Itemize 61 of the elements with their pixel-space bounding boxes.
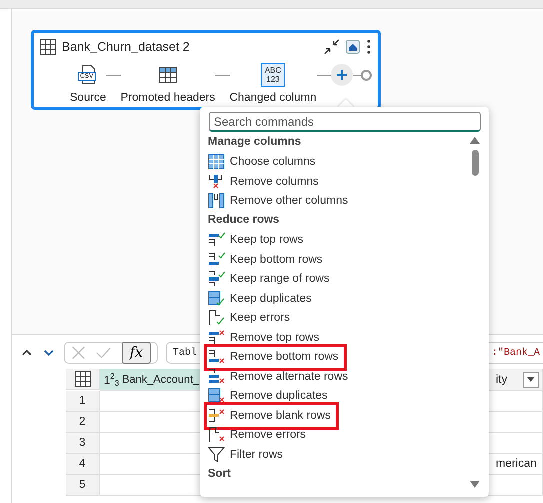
menu-item[interactable]: Remove blank rows xyxy=(208,406,335,426)
check-icon[interactable] xyxy=(96,345,112,361)
more-icon[interactable] xyxy=(366,39,372,55)
menu-item[interactable]: Remove bottom rows xyxy=(208,348,343,367)
columns-icon xyxy=(208,193,225,210)
rows-check-icon xyxy=(208,252,225,268)
abc-123-icon[interactable]: ABC 123 xyxy=(261,63,286,87)
add-step-button[interactable] xyxy=(331,64,353,86)
rows-cross-icon xyxy=(208,330,225,346)
scroll-down-icon[interactable] xyxy=(470,481,480,488)
column-name: Bank_Account_ xyxy=(122,374,200,386)
row-number: 4 xyxy=(66,454,100,475)
scroll-up-icon[interactable] xyxy=(470,137,480,144)
caret-icon[interactable] xyxy=(527,377,535,382)
step-label: Promoted headers xyxy=(120,92,216,104)
fx-button[interactable]: fx xyxy=(122,342,151,364)
flag-check-icon xyxy=(208,310,225,326)
row-number: 3 xyxy=(66,433,100,454)
menu-item[interactable]: Filter rows xyxy=(208,445,288,464)
column-cross-icon xyxy=(208,174,225,190)
rows-check-icon xyxy=(208,271,225,288)
step-label: Source xyxy=(70,92,106,104)
table-icon xyxy=(40,39,56,55)
menu-item[interactable]: Choose columns xyxy=(208,152,320,172)
menu-item[interactable]: Keep range of rows xyxy=(208,270,334,289)
menu-item[interactable]: Keep errors xyxy=(208,308,294,328)
rows-cross-icon xyxy=(208,349,225,366)
rows-cross-icon xyxy=(208,368,225,385)
section-heading: Reduce rows xyxy=(208,213,281,228)
menu-item[interactable]: Remove top rows xyxy=(208,328,324,348)
menu-item[interactable]: Remove errors xyxy=(208,426,310,445)
column-header[interactable]: ity xyxy=(496,374,523,386)
menu-item[interactable]: Keep bottom rows xyxy=(208,250,327,270)
menu-item[interactable]: Remove other columns xyxy=(208,192,352,211)
end-node xyxy=(361,70,372,81)
formula-text: Tabl xyxy=(173,348,198,358)
row-number: 5 xyxy=(66,475,100,496)
rows-cross-icon xyxy=(208,408,225,424)
rows-cross-icon xyxy=(208,388,225,404)
row-number: 1 xyxy=(66,391,100,412)
search-field[interactable]: Search commands xyxy=(209,112,481,132)
table-icon[interactable] xyxy=(74,371,90,387)
rows-check-icon xyxy=(208,290,225,307)
menu-item[interactable]: Keep duplicates xyxy=(208,289,316,308)
formula-text: :"Bank_A xyxy=(492,348,540,358)
collapse-icon[interactable] xyxy=(324,39,340,55)
scrollbar-thumb[interactable] xyxy=(472,150,478,176)
plus-icon[interactable] xyxy=(336,69,348,81)
grid-icon xyxy=(208,154,225,170)
flag-cross-icon xyxy=(208,427,225,444)
menu-item[interactable]: Remove columns xyxy=(208,172,323,192)
dropdown-button[interactable] xyxy=(523,372,539,388)
step-label: Changed column xyxy=(230,92,317,104)
rows-check-icon xyxy=(208,232,225,248)
row-number: 2 xyxy=(66,412,100,433)
section-heading: Manage columns xyxy=(208,135,302,150)
funnel-icon xyxy=(208,446,225,463)
section-heading: Sort xyxy=(208,466,232,482)
menu-item[interactable]: Keep top rows xyxy=(208,230,308,250)
query-title: Bank_Churn_dataset 2 xyxy=(62,40,191,54)
house-icon[interactable] xyxy=(346,40,360,54)
